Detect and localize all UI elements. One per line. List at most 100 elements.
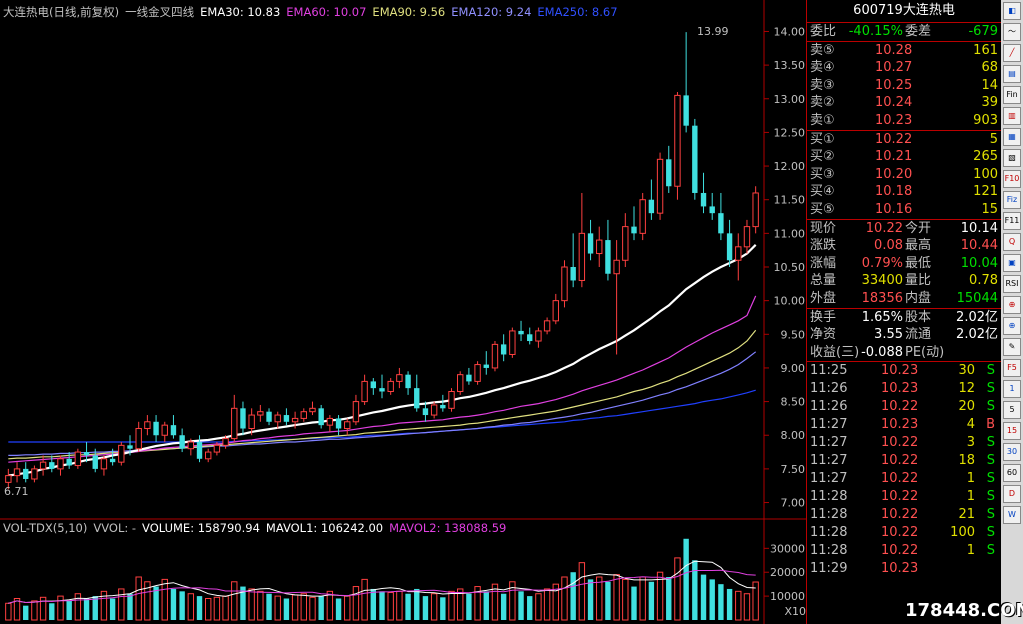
stat2-row-label: 净资: [810, 327, 837, 343]
order-diff-value: -679: [968, 24, 998, 39]
tick-volume: 1: [966, 471, 975, 487]
candle-body: [344, 421, 351, 430]
candle-body: [266, 411, 272, 422]
tick-price: 10.22: [881, 543, 919, 559]
toolbar-button[interactable]: 5: [1003, 401, 1021, 419]
toolbar-button[interactable]: 15: [1003, 422, 1021, 440]
buy-order-row: 买④ 10.18 121: [807, 183, 1001, 201]
candle-body: [656, 158, 664, 214]
toolbar-button[interactable]: Fin: [1003, 86, 1021, 104]
tick-row: 11:25 10.23 30 S: [807, 362, 1001, 380]
candle-body: [153, 421, 159, 436]
toolbar-button[interactable]: ✎: [1003, 338, 1021, 356]
toolbar-button[interactable]: 〜: [1003, 23, 1021, 41]
sell-order-row: 卖⑤ 10.28 161: [807, 42, 1001, 60]
tick-volume: 20: [958, 399, 975, 415]
candle-body: [674, 94, 681, 187]
tick-side: B: [986, 417, 995, 433]
kline-chart-area[interactable]: 14.00 13.50 13.00 12.50 12.00 11.50 11.00 10.50…: [0, 0, 806, 624]
buy-order-volume: 5: [989, 131, 998, 147]
buy-order-volume: 265: [973, 149, 998, 165]
volume-bar: [440, 597, 446, 620]
toolbar-button[interactable]: ▤: [1003, 65, 1021, 83]
volume-bar: [370, 588, 377, 620]
toolbar-button[interactable]: Q: [1003, 233, 1021, 251]
volume-bar: [205, 598, 212, 621]
toolbar-button[interactable]: ▥: [1003, 107, 1021, 125]
stat2-row-value: 3.55: [874, 327, 903, 343]
tick-price: 10.23: [881, 363, 919, 379]
toolbar-button[interactable]: ▦: [1003, 128, 1021, 146]
sell-order-price: 10.23: [875, 112, 913, 128]
volume-bar: [387, 592, 394, 621]
candle-body: [430, 404, 438, 416]
sell-orders: 卖⑤ 10.28 161 卖④ 10.27 68 卖③ 10.25 14 卖② 10.24 39 卖① 1…: [807, 42, 1001, 130]
volume-bar: [170, 588, 177, 620]
price-axis-label: 13.00: [774, 93, 806, 106]
sell-order-price: 10.24: [875, 95, 913, 111]
stat-row-value: 0.08: [874, 238, 903, 254]
buy-order-label: 买③: [810, 166, 835, 182]
tick-side: S: [986, 399, 995, 415]
volume-bar: [266, 593, 272, 620]
toolbar-button[interactable]: ◧: [1003, 2, 1021, 20]
tick-price: 10.23: [881, 417, 919, 433]
buy-order-volume: 121: [973, 184, 998, 200]
toolbar-button[interactable]: Fiz: [1003, 191, 1021, 209]
volume-bar: [518, 591, 524, 620]
candle-body: [466, 374, 472, 382]
volume-bar: [543, 588, 551, 621]
candle-body: [440, 404, 446, 409]
toolbar-button[interactable]: RSI: [1003, 275, 1021, 293]
candle-body: [666, 159, 672, 187]
stat-row-label-2: 今开: [905, 220, 932, 236]
candle-body: [518, 330, 524, 335]
stat-row-value-2: 10.04: [960, 255, 998, 271]
volume-bar: [631, 586, 637, 620]
stat-row-value-2: 10.14: [960, 220, 998, 236]
candle-body: [318, 408, 324, 426]
toolbar-button[interactable]: 30: [1003, 443, 1021, 461]
toolbar-button[interactable]: ⊕: [1003, 317, 1021, 335]
candle-body: [283, 415, 290, 422]
volume-bar: [648, 581, 655, 620]
ema120-legend: EMA120: 9.24: [451, 5, 532, 19]
toolbar-button[interactable]: F10: [1003, 170, 1021, 188]
stat-row-value: 10.22: [865, 220, 903, 236]
candle-body: [170, 425, 177, 436]
mavol1-legend: MAVOL1: 106242.00: [265, 521, 384, 535]
toolbar-button[interactable]: ╱: [1003, 44, 1021, 62]
candle-body: [196, 441, 203, 459]
volume-bar: [318, 596, 324, 620]
toolbar-button[interactable]: F5: [1003, 359, 1021, 377]
tick-side: S: [986, 525, 995, 541]
tick-time: 11:25: [810, 363, 848, 379]
candle-body: [309, 407, 316, 413]
tick-volume: 30: [958, 363, 975, 379]
tick-list[interactable]: 11:25 10.23 30 S 11:26 10.23 12 S 11:26 10.22 20 S 1…: [807, 362, 1001, 578]
price-axis-label: 9.50: [781, 328, 806, 341]
volume-bar: [187, 593, 195, 621]
stat-row-label: 外盘: [810, 290, 837, 306]
volume-bar: [605, 581, 611, 620]
tick-time: 11:27: [810, 417, 848, 433]
toolbar-button[interactable]: 1: [1003, 380, 1021, 398]
volume-bar: [379, 591, 385, 620]
stat-row-value: 0.79%: [861, 255, 903, 271]
tick-side: S: [986, 453, 995, 469]
tick-side: S: [986, 363, 995, 379]
volume-bar: [196, 596, 203, 620]
volume-bar: [527, 596, 533, 620]
toolbar-button[interactable]: F11: [1003, 212, 1021, 230]
tick-volume: 12: [958, 381, 975, 397]
candle-body: [161, 424, 168, 436]
toolbar-button[interactable]: 60: [1003, 464, 1021, 482]
toolbar-button[interactable]: ⊕: [1003, 296, 1021, 314]
stat-row-label-2: 内盘: [905, 290, 932, 306]
volume-bar: [718, 584, 724, 620]
candle-body: [527, 334, 533, 342]
toolbar-button[interactable]: D: [1003, 485, 1021, 503]
toolbar-button[interactable]: ▣: [1003, 254, 1021, 272]
toolbar-button[interactable]: W: [1003, 506, 1021, 524]
toolbar-button[interactable]: ▧: [1003, 149, 1021, 167]
